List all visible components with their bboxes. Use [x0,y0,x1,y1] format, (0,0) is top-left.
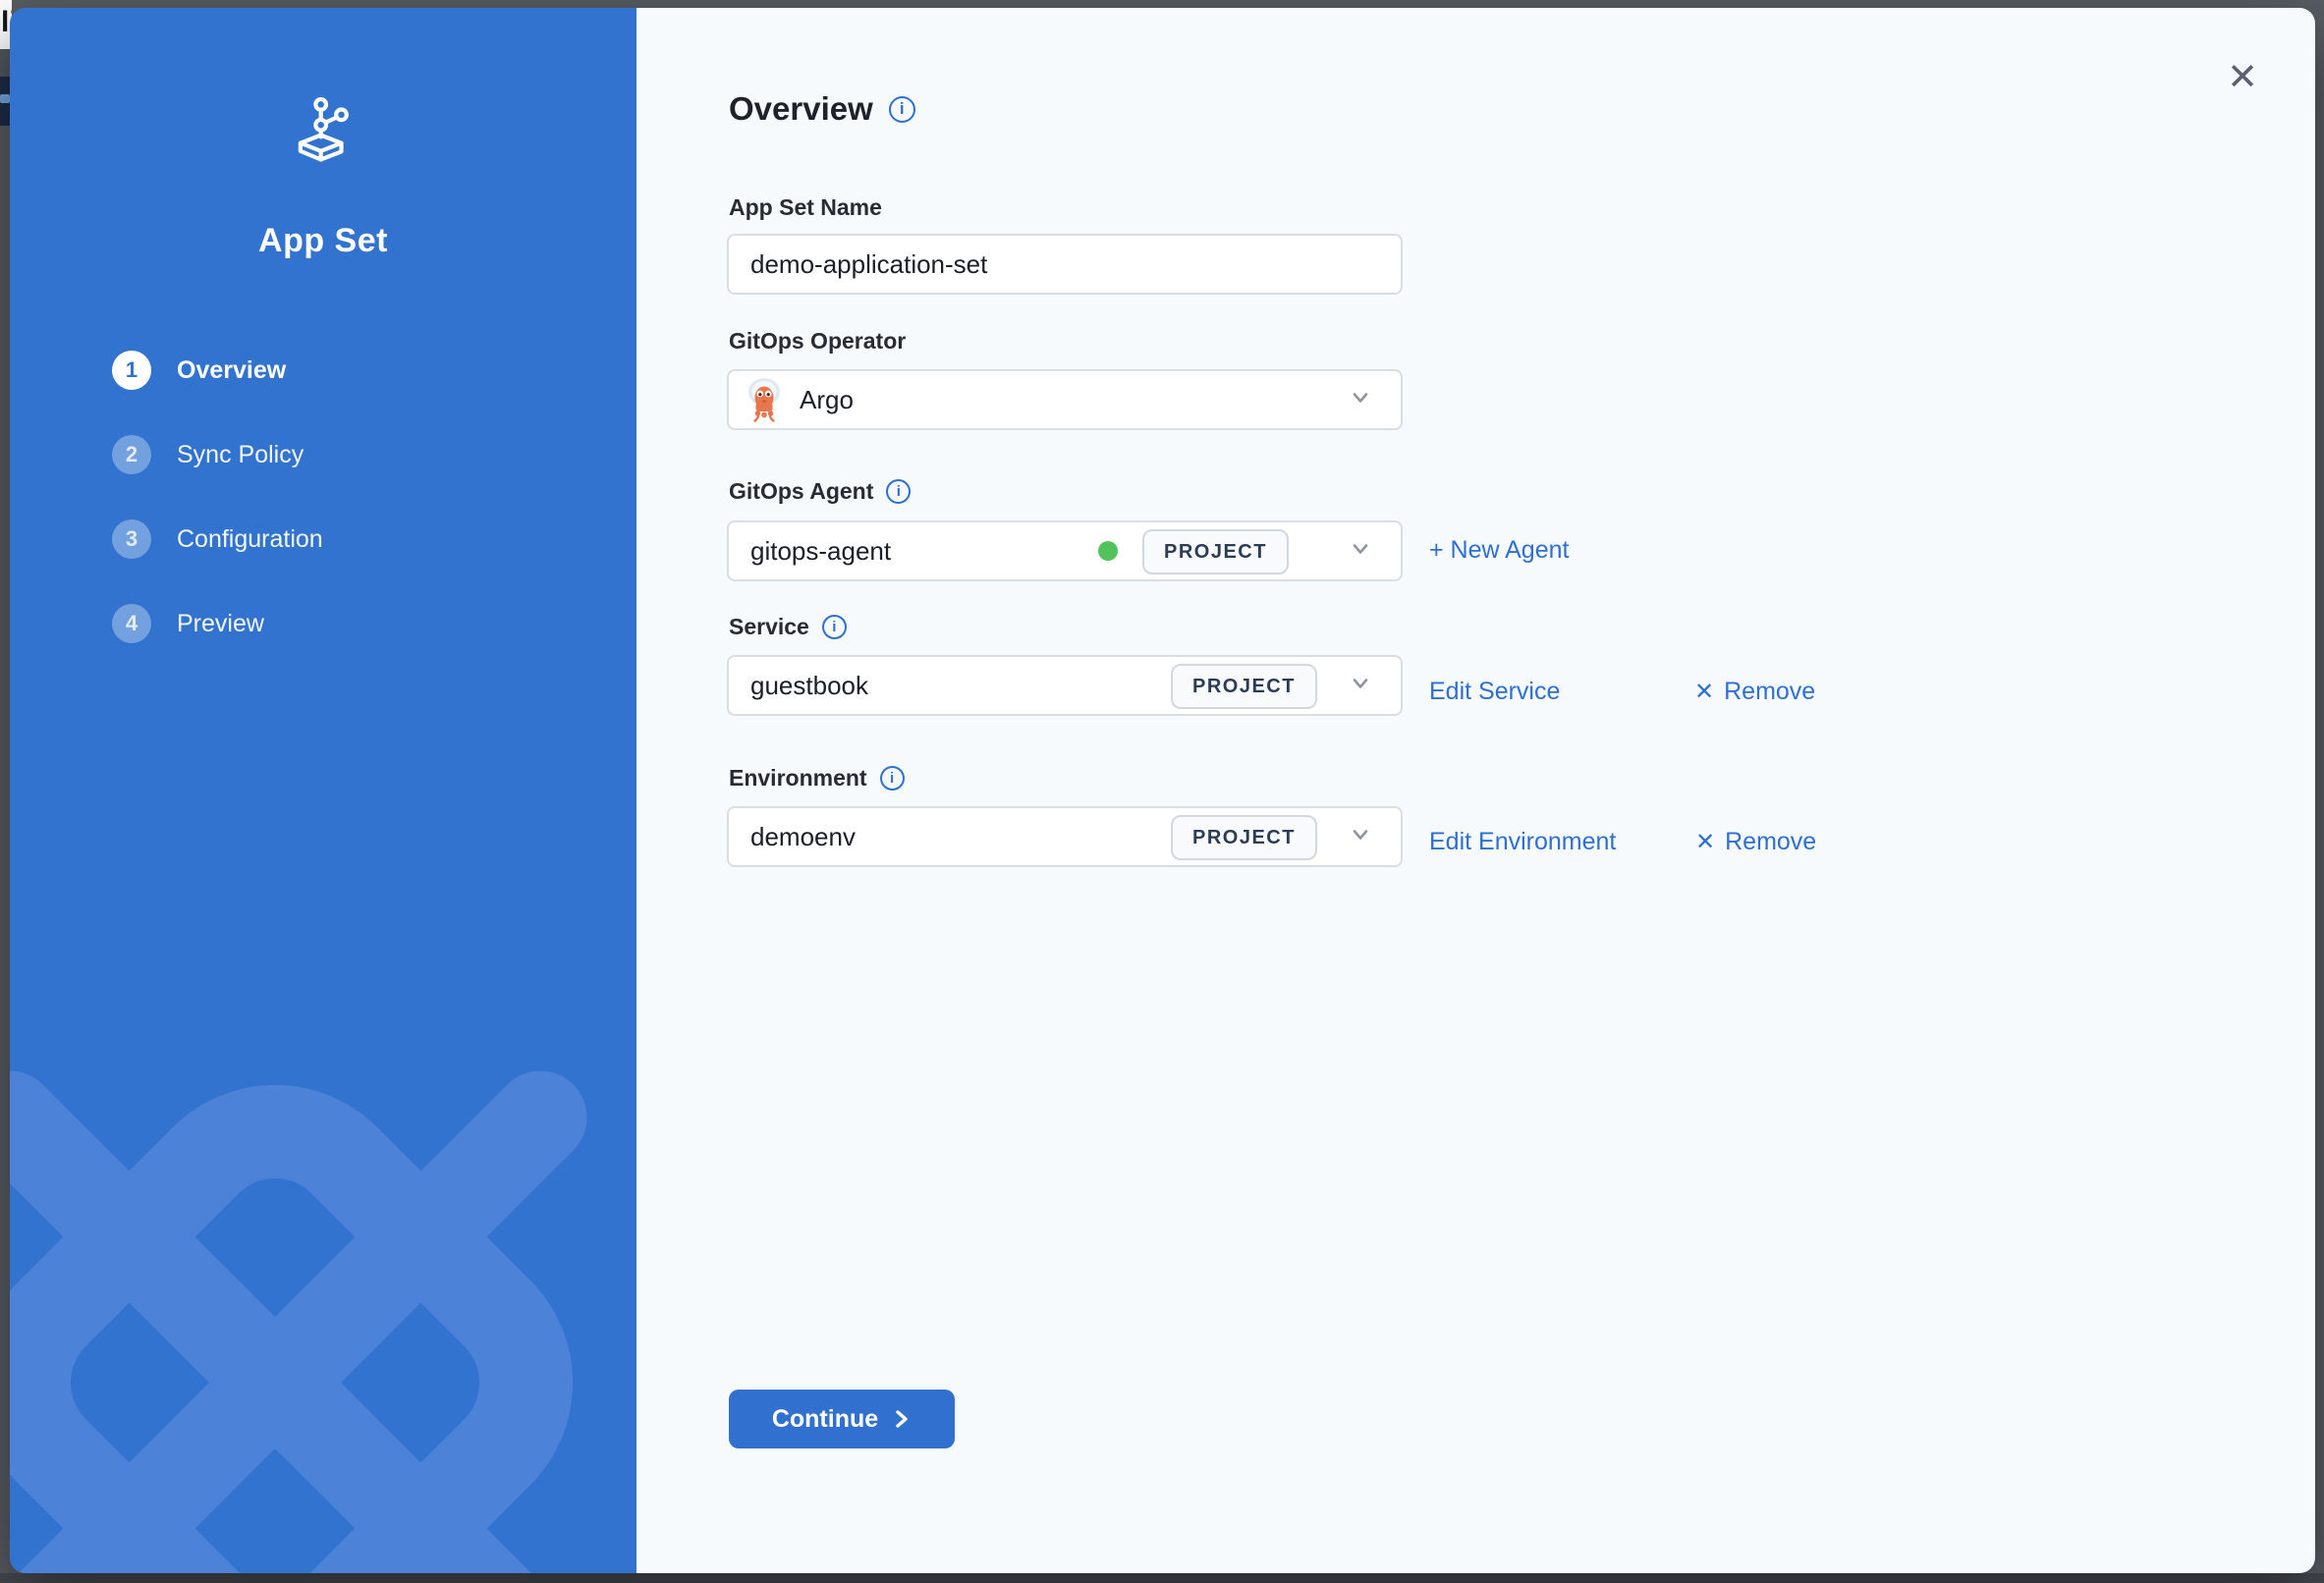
service-select[interactable]: guestbook PROJECT [727,655,1403,716]
environment-label-text: Environment [729,765,867,792]
remove-service-link[interactable]: ✕ Remove [1694,678,1815,706]
step-number-badge: 2 [112,435,151,474]
chevron-down-icon [1350,824,1371,850]
gitops-operator-value: Argo [800,385,854,415]
chevron-right-icon [892,1408,912,1430]
remove-service-label: Remove [1724,678,1815,706]
chevron-down-icon [1350,673,1371,699]
chevron-down-icon [1350,538,1371,565]
page-title: Overview [729,90,873,128]
gitops-agent-select[interactable]: gitops-agent PROJECT [727,520,1403,581]
service-info-icon[interactable]: i [822,615,847,639]
step-number-badge: 4 [112,604,151,643]
app-set-wizard-modal: App Set 1 Overview 2 Sync Policy 3 Confi… [10,8,2315,1573]
step-overview[interactable]: 1 Overview [112,350,323,391]
sidebar-watermark-graphic [10,1000,629,1573]
gitops-agent-value: gitops-agent [750,536,891,567]
edit-service-link[interactable]: Edit Service [1429,678,1560,706]
environment-label: Environment i [729,765,905,792]
step-preview[interactable]: 4 Preview [112,603,323,644]
remove-x-icon: ✕ [1695,828,1715,856]
app-set-name-input[interactable] [727,234,1403,295]
gitops-operator-label: GitOps Operator [729,328,906,355]
step-label: Overview [177,356,286,385]
wizard-title: App Set [10,222,636,260]
background-bottom-strip [0,1573,2324,1583]
edit-environment-link[interactable]: Edit Environment [1429,828,1616,856]
environment-info-icon[interactable]: i [880,766,905,791]
scope-badge: PROJECT [1171,664,1317,709]
service-label-text: Service [729,614,809,640]
step-label: Preview [177,610,264,638]
service-value: guestbook [750,671,868,701]
step-number-badge: 3 [112,519,151,559]
gitops-operator-select[interactable]: Argo [727,369,1403,430]
environment-value: demoenv [750,822,856,852]
app-set-name-label: App Set Name [729,194,882,221]
overview-info-icon[interactable]: i [889,96,915,123]
step-label: Configuration [177,525,323,554]
app-set-logo-icon [287,94,360,172]
background-navbar-dash [0,94,10,103]
gitops-agent-label-text: GitOps Agent [729,478,873,505]
scope-badge: PROJECT [1142,529,1289,574]
close-icon[interactable]: ✕ [2227,59,2258,96]
agent-health-dot [1098,541,1118,561]
remove-environment-label: Remove [1725,828,1816,856]
gitops-agent-info-icon[interactable]: i [886,479,911,504]
environment-select[interactable]: demoenv PROJECT [727,806,1403,867]
wizard-sidebar: App Set 1 Overview 2 Sync Policy 3 Confi… [10,8,636,1573]
continue-button-label: Continue [772,1405,878,1434]
remove-x-icon: ✕ [1694,678,1714,706]
new-agent-link[interactable]: + New Agent [1429,536,1569,565]
screen: li [0,0,2324,1583]
step-sync-policy[interactable]: 2 Sync Policy [112,434,323,475]
step-configuration[interactable]: 3 Configuration [112,519,323,560]
argo-icon [745,377,784,422]
gitops-agent-label: GitOps Agent i [729,478,911,505]
scope-badge: PROJECT [1171,815,1317,860]
service-label: Service i [729,614,847,640]
continue-button[interactable]: Continue [729,1390,955,1448]
step-label: Sync Policy [177,441,304,469]
step-number-badge: 1 [112,351,151,390]
wizard-steps: 1 Overview 2 Sync Policy 3 Configuration… [112,350,323,687]
wizard-content-panel: ✕ Overview i App Set Name GitOps Operato… [636,8,2315,1573]
chevron-down-icon [1350,387,1371,413]
remove-environment-link[interactable]: ✕ Remove [1695,828,1816,856]
